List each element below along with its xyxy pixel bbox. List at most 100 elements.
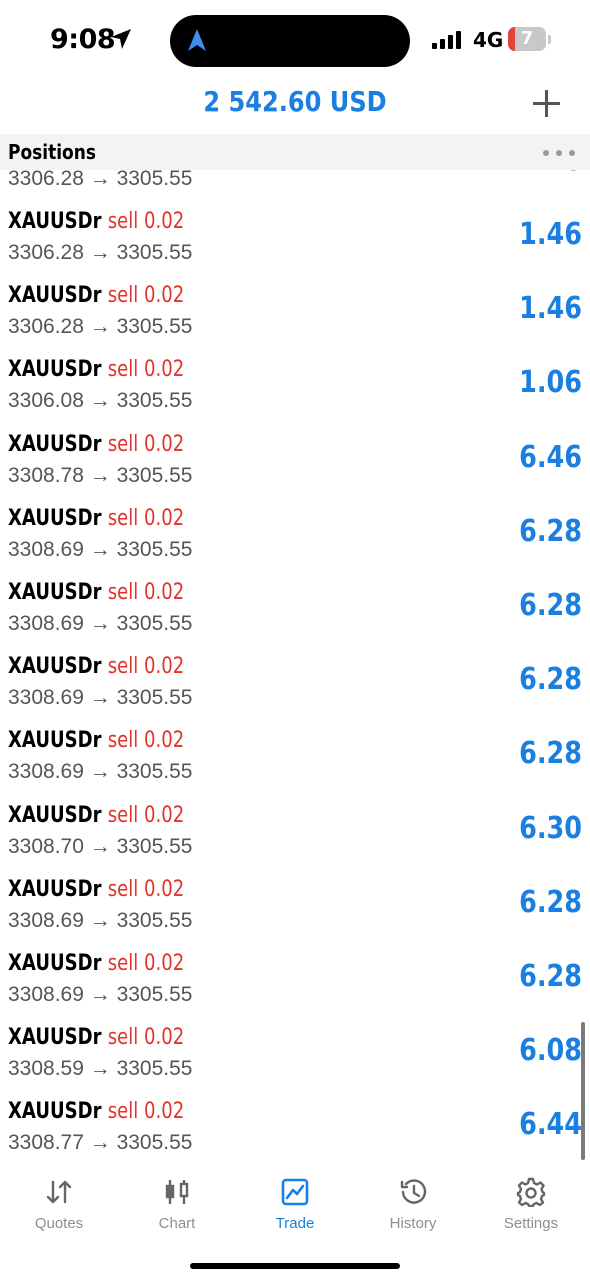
position-prices: 3306.28 → 3305.55 <box>8 170 193 190</box>
position-profit: 1.06 <box>519 365 582 401</box>
position-profit: 6.28 <box>519 959 582 994</box>
position-row[interactable]: XAUUSDr sell 0.02 3308.59 → 3305.55 6.08 <box>0 1023 590 1097</box>
position-row[interactable]: XAUUSDr sell 0.02 3308.69 → 3305.55 6.28 <box>0 578 590 652</box>
tab-history[interactable]: History <box>354 1165 472 1235</box>
position-row[interactable]: XAUUSDr sell 0.02 3308.70 → 3305.55 6.30 <box>0 801 590 875</box>
account-balance: 2 542.60 USD <box>203 85 387 118</box>
position-row[interactable]: XAUUSDr sell 0.02 3308.78 → 3305.55 6.46 <box>0 430 590 504</box>
trade-icon <box>281 1178 309 1206</box>
tab-bar: Quotes Chart Trade History Settings <box>0 1165 590 1245</box>
position-profit: 6.46 <box>519 439 582 475</box>
position-symbol-line: XAUUSDr sell 0.02 <box>8 506 184 531</box>
home-indicator <box>190 1263 400 1269</box>
position-prices: 3308.77 → 3305.55 <box>8 1131 193 1155</box>
position-side: sell 0.02 <box>107 505 185 531</box>
position-symbol-line: XAUUSDr sell 0.02 <box>8 1099 184 1124</box>
position-symbol: XAUUSDr <box>8 357 102 383</box>
position-prices: 3308.69 → 3305.55 <box>8 760 193 784</box>
position-prices: 3308.69 → 3305.55 <box>8 612 193 635</box>
position-symbol-line: XAUUSDr sell 0.02 <box>8 803 184 828</box>
position-row[interactable]: XAUUSDr sell 0.02 3308.69 → 3305.55 6.28 <box>0 875 590 949</box>
position-symbol: XAUUSDr <box>8 876 102 902</box>
position-side: sell 0.02 <box>107 1025 185 1051</box>
position-profit: 6.28 <box>519 662 582 698</box>
position-symbol: XAUUSDr <box>8 505 102 531</box>
tab-label: Chart <box>158 1215 196 1232</box>
position-symbol: XAUUSDr <box>8 1099 102 1125</box>
tab-chart[interactable]: Chart <box>118 1165 236 1235</box>
position-row-partial[interactable]: 3306.28 → 3305.55 1.46 <box>0 170 590 207</box>
position-symbol-line: XAUUSDr sell 0.02 <box>8 580 184 605</box>
position-side: sell 0.02 <box>107 876 185 902</box>
position-profit: 1.46 <box>519 170 582 178</box>
position-symbol-line: XAUUSDr sell 0.02 <box>8 1025 184 1050</box>
position-prices: 3308.69 → 3305.55 <box>8 686 193 710</box>
tab-settings[interactable]: Settings <box>472 1165 590 1235</box>
settings-icon <box>516 1177 546 1207</box>
position-side: sell 0.02 <box>107 1099 185 1125</box>
position-profit: 6.28 <box>519 588 582 623</box>
position-side: sell 0.02 <box>107 580 185 605</box>
position-row[interactable]: XAUUSDr sell 0.02 3306.08 → 3305.55 1.06 <box>0 355 590 429</box>
more-options-icon[interactable] <box>543 150 575 156</box>
position-row[interactable]: XAUUSDr sell 0.02 3308.69 → 3305.55 6.28 <box>0 726 590 800</box>
tab-label: History <box>389 1215 437 1232</box>
position-symbol: XAUUSDr <box>8 728 102 754</box>
quotes-icon <box>46 1180 72 1204</box>
history-icon <box>400 1179 427 1204</box>
position-row[interactable]: XAUUSDr sell 0.02 3308.69 → 3305.55 6.28 <box>0 652 590 726</box>
new-order-button[interactable] <box>532 88 562 118</box>
position-profit: 6.28 <box>519 884 582 920</box>
tab-label: Quotes <box>34 1215 84 1232</box>
position-profit: 1.46 <box>519 291 582 327</box>
location-arrow-icon <box>111 29 131 49</box>
position-profit: 6.28 <box>519 513 582 549</box>
network-type: 4G <box>473 28 504 52</box>
position-row[interactable]: XAUUSDr sell 0.02 3306.28 → 3305.55 1.46 <box>0 281 590 355</box>
position-symbol: XAUUSDr <box>8 283 102 309</box>
position-prices: 3306.28 → 3305.55 <box>8 241 193 264</box>
position-profit: 6.28 <box>519 736 582 772</box>
position-profit: 1.46 <box>519 217 582 252</box>
position-symbol: XAUUSDr <box>8 580 102 605</box>
position-symbol-line: XAUUSDr sell 0.02 <box>8 877 184 902</box>
position-prices: 3308.78 → 3305.55 <box>8 463 193 487</box>
tab-label: Settings <box>503 1215 559 1232</box>
tab-trade[interactable]: Trade <box>236 1165 354 1235</box>
section-title: Positions <box>8 140 96 164</box>
position-prices: 3308.69 → 3305.55 <box>8 983 193 1006</box>
tab-quotes[interactable]: Quotes <box>0 1165 118 1235</box>
tab-label: Trade <box>275 1215 315 1232</box>
positions-list[interactable]: 3306.28 → 3305.55 1.46 XAUUSDr sell 0.02… <box>0 170 590 1160</box>
position-symbol: XAUUSDr <box>8 209 102 234</box>
position-symbol-line: XAUUSDr sell 0.02 <box>8 283 184 308</box>
navigation-icon <box>188 29 206 51</box>
position-prices: 3308.69 → 3305.55 <box>8 908 193 932</box>
position-prices: 3308.69 → 3305.55 <box>8 537 193 561</box>
position-profit: 6.08 <box>519 1033 582 1069</box>
position-row[interactable]: XAUUSDr sell 0.02 3308.69 → 3305.55 6.28 <box>0 504 590 578</box>
position-profit: 6.44 <box>519 1107 582 1143</box>
position-symbol-line: XAUUSDr sell 0.02 <box>8 209 184 234</box>
position-prices: 3306.08 → 3305.55 <box>8 389 193 413</box>
position-row[interactable]: XAUUSDr sell 0.02 3308.69 → 3305.55 6.28 <box>0 949 590 1023</box>
position-symbol-line: XAUUSDr sell 0.02 <box>8 432 184 457</box>
position-row[interactable]: XAUUSDr sell 0.02 3308.77 → 3305.55 6.44 <box>0 1097 590 1160</box>
battery-level: 7 <box>520 28 534 49</box>
battery-icon: 7 <box>508 27 546 51</box>
cellular-signal-icon <box>432 31 462 49</box>
position-row[interactable]: XAUUSDr sell 0.02 3306.28 → 3305.55 1.46 <box>0 207 590 281</box>
position-side: sell 0.02 <box>107 357 185 383</box>
chart-icon <box>165 1180 189 1204</box>
status-bar: 9:08 4G 7 <box>0 0 590 80</box>
position-side: sell 0.02 <box>107 431 185 457</box>
position-symbol-line: XAUUSDr sell 0.02 <box>8 654 184 679</box>
position-symbol: XAUUSDr <box>8 654 102 680</box>
scrollbar[interactable] <box>581 1022 585 1160</box>
position-prices: 3308.59 → 3305.55 <box>8 1057 193 1081</box>
position-side: sell 0.02 <box>107 209 185 234</box>
positions-section-header: Positions <box>0 134 590 170</box>
position-profit: 6.30 <box>519 810 582 846</box>
position-side: sell 0.02 <box>107 654 185 680</box>
position-symbol-line: XAUUSDr sell 0.02 <box>8 951 184 976</box>
